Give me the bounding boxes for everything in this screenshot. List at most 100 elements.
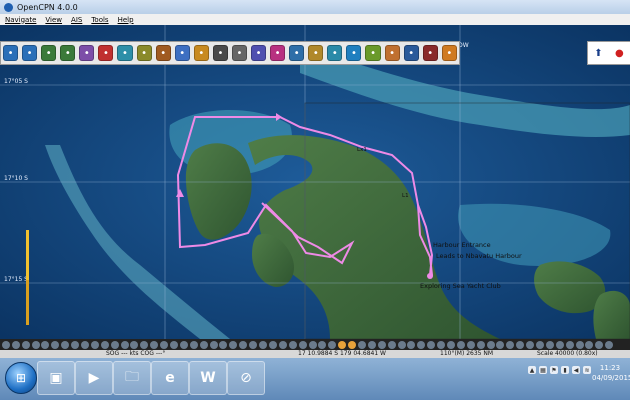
pencil-icon[interactable]: •: [155, 45, 171, 61]
chart-piano-key[interactable]: [298, 340, 307, 349]
taskbar-app-ie[interactable]: e: [151, 361, 189, 395]
chart-piano-key[interactable]: [595, 340, 604, 349]
chart-piano-key[interactable]: [545, 340, 554, 349]
save-icon[interactable]: •: [289, 45, 305, 61]
chart-piano-key[interactable]: [179, 340, 188, 349]
chart-piano-key[interactable]: [486, 340, 495, 349]
layers-icon[interactable]: •: [174, 45, 190, 61]
start-button[interactable]: ⊞: [5, 362, 37, 394]
chart-piano-key[interactable]: [81, 340, 90, 349]
chart-piano-key[interactable]: [526, 340, 535, 349]
scale-out-icon[interactable]: •: [60, 45, 76, 61]
chart-piano-key[interactable]: [348, 340, 357, 349]
tray-flag-icon[interactable]: ⚑: [550, 366, 558, 374]
chart-piano-key[interactable]: [575, 340, 584, 349]
tray-wifi-icon[interactable]: ≋: [583, 366, 591, 374]
chart-piano-key[interactable]: [11, 340, 20, 349]
chart-piano-key[interactable]: [219, 340, 228, 349]
chart-piano-key[interactable]: [239, 340, 248, 349]
settings-icon[interactable]: •: [212, 45, 228, 61]
world-icon[interactable]: •: [403, 45, 419, 61]
chart-piano-key[interactable]: [160, 340, 169, 349]
track-icon[interactable]: •: [79, 45, 95, 61]
tray-network-icon[interactable]: ▦: [539, 366, 547, 374]
tray-power-icon[interactable]: ▮: [561, 366, 569, 374]
chart-piano-key[interactable]: [417, 340, 426, 349]
chart-piano-key[interactable]: [377, 340, 386, 349]
chart-piano-key[interactable]: [1, 340, 10, 349]
chart-piano-key[interactable]: [387, 340, 396, 349]
chart-piano-key[interactable]: [605, 340, 614, 349]
chart-piano-key[interactable]: [328, 340, 337, 349]
chart-piano-key[interactable]: [209, 340, 218, 349]
chart-piano-key[interactable]: [199, 340, 208, 349]
taskbar-app-explorer[interactable]: 🗀: [113, 361, 151, 395]
chart-piano-key[interactable]: [585, 340, 594, 349]
route-icon[interactable]: •: [98, 45, 114, 61]
taskbar-app-word[interactable]: W: [189, 361, 227, 395]
chart-piano-key[interactable]: [51, 340, 60, 349]
chart-canvas[interactable]: 17°05 S 17°10 S 17°15 S OW Harbour Entra…: [0, 25, 630, 339]
chart-piano-key[interactable]: [189, 340, 198, 349]
chart-piano-key[interactable]: [268, 340, 277, 349]
chart-piano-key[interactable]: [437, 340, 446, 349]
checklist-icon[interactable]: •: [251, 45, 267, 61]
globe-icon[interactable]: •: [365, 45, 381, 61]
chart-piano-key[interactable]: [130, 340, 139, 349]
chart-piano-key[interactable]: [456, 340, 465, 349]
waypoint-marker[interactable]: [427, 273, 433, 279]
zoom-in-icon[interactable]: •: [3, 45, 19, 61]
chart-piano-key[interactable]: [259, 340, 268, 349]
chart-piano-key[interactable]: [407, 340, 416, 349]
chart-piano-key[interactable]: [535, 340, 544, 349]
chart-piano-key[interactable]: [516, 340, 525, 349]
chart-piano-key[interactable]: [150, 340, 159, 349]
lifebuoy-icon[interactable]: •: [441, 45, 457, 61]
chart-piano-key[interactable]: [278, 340, 287, 349]
taskbar-app-window[interactable]: ▣: [37, 361, 75, 395]
tide-icon[interactable]: •: [117, 45, 133, 61]
chart-piano-key[interactable]: [61, 340, 70, 349]
chart-piano-key[interactable]: [318, 340, 327, 349]
chart-piano-key[interactable]: [170, 340, 179, 349]
chart-piano-key[interactable]: [229, 340, 238, 349]
weather-icon[interactable]: •: [384, 45, 400, 61]
tray-volume-icon[interactable]: ◀: [572, 366, 580, 374]
text-icon[interactable]: •: [136, 45, 152, 61]
menu-tools[interactable]: Tools: [91, 16, 108, 24]
chart-piano-key[interactable]: [140, 340, 149, 349]
chart-piano-key[interactable]: [120, 340, 129, 349]
chart-piano-key[interactable]: [565, 340, 574, 349]
chart-piano-key[interactable]: [288, 340, 297, 349]
anchor-icon[interactable]: •: [346, 45, 362, 61]
chart-piano-key[interactable]: [466, 340, 475, 349]
taskbar-app-opencpn[interactable]: ⊘: [227, 361, 265, 395]
chart-piano-key[interactable]: [31, 340, 40, 349]
menu-navigate[interactable]: Navigate: [5, 16, 36, 24]
compass-widget[interactable]: ⬆ ●: [587, 41, 630, 65]
chart-piano-key[interactable]: [100, 340, 109, 349]
chart-piano-key[interactable]: [397, 340, 406, 349]
chart-piano-key[interactable]: [357, 340, 366, 349]
chart-piano-key[interactable]: [41, 340, 50, 349]
chart-piano-key[interactable]: [110, 340, 119, 349]
waves-icon[interactable]: •: [327, 45, 343, 61]
chart-piano-key[interactable]: [71, 340, 80, 349]
taskbar-clock[interactable]: 11:23 04/09/2015: [592, 363, 630, 383]
chart-piano-key[interactable]: [367, 340, 376, 349]
taskbar-app-media[interactable]: ▶: [75, 361, 113, 395]
tray-arrow-icon[interactable]: ▲: [528, 366, 536, 374]
chart-piano-key[interactable]: [446, 340, 455, 349]
chart-piano-key[interactable]: [506, 340, 515, 349]
scale-in-icon[interactable]: •: [41, 45, 57, 61]
squiggle-icon[interactable]: •: [270, 45, 286, 61]
chart-piano-key[interactable]: [476, 340, 485, 349]
print-icon[interactable]: •: [231, 45, 248, 61]
chart-piano-key[interactable]: [496, 340, 505, 349]
ais-icon[interactable]: •: [422, 45, 438, 61]
chart-piano-key[interactable]: [555, 340, 564, 349]
folder-icon[interactable]: •: [193, 45, 209, 61]
chart-piano-key[interactable]: [249, 340, 258, 349]
chart-piano-key[interactable]: [308, 340, 317, 349]
gradient-icon[interactable]: •: [308, 45, 324, 61]
